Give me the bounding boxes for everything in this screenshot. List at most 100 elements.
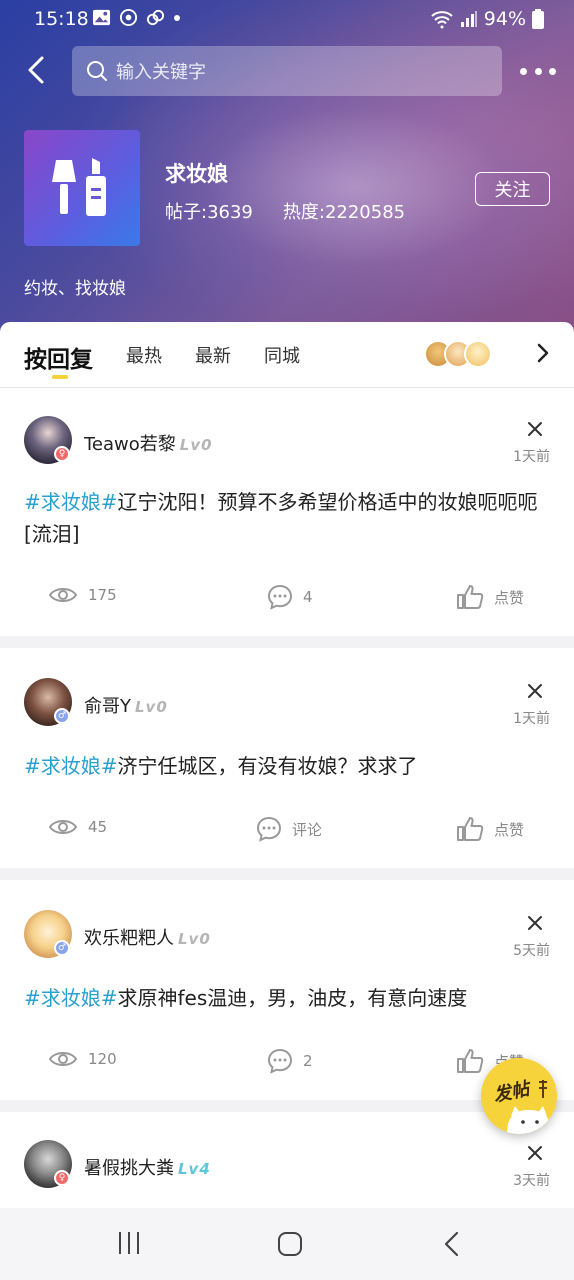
comment-button[interactable]: 评论 [256, 816, 322, 842]
post-content[interactable]: #求妆娘#求原神fes温迪，男，油皮，有意向速度 [24, 982, 552, 1014]
posts-count: 帖子:3639 [165, 202, 253, 223]
heat-count: 热度:2220585 [282, 202, 406, 223]
comments-count: 4 [303, 588, 313, 606]
female-icon: ♀ [54, 446, 70, 462]
battery-icon [532, 9, 544, 29]
close-icon[interactable] [526, 682, 544, 700]
comment-button[interactable]: 2 [267, 1048, 313, 1074]
comments-count: 2 [303, 1052, 313, 1070]
male-icon: ♂ [54, 708, 70, 724]
like-button[interactable]: 点赞 [456, 584, 524, 610]
like-button[interactable]: 点赞 [456, 816, 524, 842]
search-icon [87, 61, 107, 81]
battery-percent: 94% [483, 8, 526, 30]
forum-stats: 帖子:3639 热度:2220585 [165, 198, 405, 224]
like-label: 点赞 [494, 820, 525, 839]
signal-icon [460, 11, 477, 27]
thumbs-up-icon [457, 817, 484, 841]
tab-indicator [52, 375, 68, 379]
thumbs-up-icon [457, 585, 484, 609]
eye-icon [48, 820, 78, 834]
username: 暑假挑大粪 [84, 1158, 174, 1179]
makeup-icon [52, 158, 106, 216]
username: Teawo若黎 [84, 434, 176, 455]
like-label: 点赞 [494, 588, 525, 607]
post-actions: 45 评论 点赞 [0, 816, 574, 846]
level-badge: Lv4 [178, 1160, 211, 1178]
member-avatars[interactable] [424, 340, 492, 370]
username: 俞哥Y [84, 696, 131, 717]
views-count: 120 [88, 1050, 117, 1068]
tab-newest[interactable]: 最新 [195, 342, 231, 368]
post-author[interactable]: 暑假挑大粪 Lv4 [84, 1154, 211, 1180]
status-bar: 15:18 94% [0, 0, 574, 38]
comment-icon [267, 1048, 293, 1074]
avatar [464, 340, 492, 368]
gallery-icon [92, 9, 111, 26]
username: 欢乐粑粑人 [84, 928, 174, 949]
back-icon[interactable] [440, 1230, 464, 1258]
status-right: 94% [430, 8, 544, 30]
post-time: 1天前 [513, 711, 550, 727]
post-time: 1天前 [513, 449, 550, 465]
search-placeholder: 输入关键字 [116, 62, 206, 83]
male-icon: ♂ [54, 940, 70, 956]
post-time: 3天前 [513, 1173, 550, 1189]
post-content[interactable]: #求妆娘#辽宁沈阳！预算不多希望价格适中的妆娘呃呃呃[流泪] [24, 486, 552, 550]
post-text: 济宁任城区，有没有妆娘？求求了 [117, 754, 418, 778]
comment-icon [267, 584, 293, 610]
tab-by-reply[interactable]: 按回复 [24, 340, 93, 374]
wifi-icon [431, 11, 453, 29]
level-badge: Lv0 [135, 698, 168, 716]
views-stat: 175 [48, 584, 117, 606]
system-nav-bar [0, 1208, 574, 1280]
views-stat: 120 [48, 1048, 117, 1070]
eye-icon [48, 588, 78, 602]
comment-icon [256, 816, 282, 842]
forum-description: 约妆、找妆娘 [24, 279, 126, 299]
post-author[interactable]: 俞哥Y Lv0 [84, 692, 168, 718]
level-badge: Lv0 [179, 436, 213, 454]
close-icon[interactable] [526, 914, 544, 932]
new-post-button[interactable]: 发帖 [481, 1058, 557, 1134]
cat-mascot-icon [507, 1080, 551, 1134]
back-arrow-icon[interactable] [18, 52, 54, 88]
post-actions: 175 4 点赞 [0, 584, 574, 614]
post-card[interactable]: ♀ Teawo若黎 Lv0 1天前 #求妆娘#辽宁沈阳！预算不多希望价格适中的妆娘… [0, 388, 574, 636]
hashtag-link[interactable]: #求妆娘# [24, 986, 118, 1010]
home-icon[interactable] [276, 1230, 304, 1258]
forum-header: 15:18 94% 输入关键字 求妆娘 帖子:3639 热度:2220585 关… [0, 0, 574, 340]
forum-logo [24, 130, 140, 246]
hashtag-link[interactable]: #求妆娘# [24, 754, 118, 778]
tab-hottest[interactable]: 最热 [126, 342, 162, 368]
app-icon [119, 8, 138, 27]
views-stat: 45 [48, 816, 107, 838]
post-text: 求原神fes温迪，男，油皮，有意向速度 [117, 986, 468, 1010]
comments-count: 评论 [292, 820, 323, 839]
chevron-right-icon[interactable] [532, 341, 554, 365]
post-content[interactable]: #求妆娘#济宁任城区，有没有妆娘？求求了 [24, 750, 552, 782]
status-time: 15:18 [34, 8, 89, 30]
search-input[interactable]: 输入关键字 [72, 46, 502, 96]
post-card[interactable]: ♂ 俞哥Y Lv0 1天前 #求妆娘#济宁任城区，有没有妆娘？求求了 45 评论 … [0, 648, 574, 868]
views-count: 175 [88, 586, 117, 604]
close-icon[interactable] [526, 420, 544, 438]
follow-button[interactable]: 关注 [475, 172, 550, 206]
forum-name: 求妆娘 [165, 162, 228, 186]
level-badge: Lv0 [178, 930, 211, 948]
views-count: 45 [88, 818, 108, 836]
tab-same-city[interactable]: 同城 [264, 342, 300, 368]
eye-icon [48, 1052, 78, 1066]
close-icon[interactable] [526, 1144, 544, 1162]
more-options-button[interactable] [520, 56, 556, 86]
recent-apps-icon[interactable] [116, 1230, 142, 1256]
hashtag-link[interactable]: #求妆娘# [24, 490, 118, 514]
comment-button[interactable]: 4 [267, 584, 313, 610]
thumbs-up-icon [457, 1049, 484, 1073]
dot-icon [174, 14, 180, 21]
female-icon: ♀ [54, 1170, 70, 1186]
post-author[interactable]: Teawo若黎 Lv0 [84, 430, 213, 456]
post-author[interactable]: 欢乐粑粑人 Lv0 [84, 924, 211, 950]
link-icon [146, 9, 165, 26]
notification-icons [92, 8, 181, 27]
